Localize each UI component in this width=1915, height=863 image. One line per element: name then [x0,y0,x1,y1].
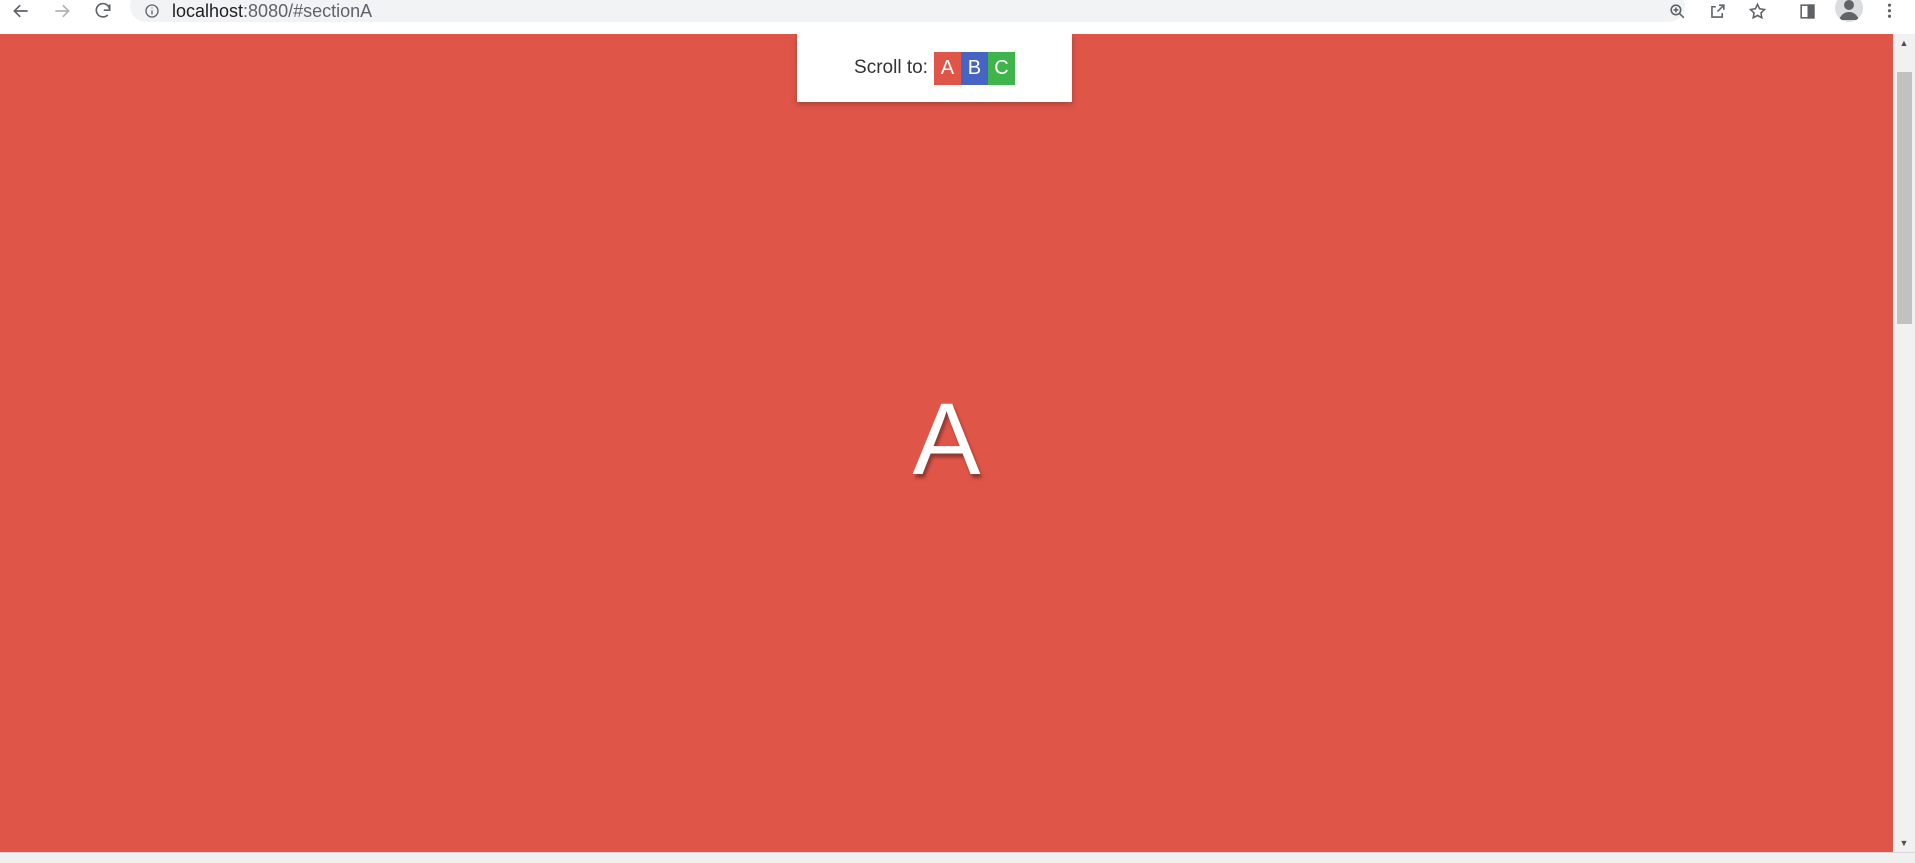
scroll-down-arrow-icon[interactable]: ▼ [1893,834,1915,852]
scroll-up-arrow-icon[interactable]: ▲ [1893,34,1915,52]
section-heading: A [912,382,981,496]
address-bar[interactable]: localhost:8080/#sectionA [130,0,1685,22]
scroll-to-b-button[interactable]: B [960,51,988,85]
scroll-to-a-button[interactable]: A [933,51,961,85]
info-icon[interactable] [144,3,160,19]
browser-toolbar: localhost:8080/#sectionA [0,0,1915,35]
bookmark-star-icon[interactable] [1744,0,1770,22]
vertical-scrollbar[interactable]: ▲ ▼ [1893,34,1915,852]
browser-window: localhost:8080/#sectionA Scroll to: A B … [0,0,1915,863]
scroll-to-label: Scroll to: [854,57,928,78]
share-icon[interactable] [1704,0,1730,22]
address-url[interactable]: localhost:8080/#sectionA [172,1,372,22]
back-icon[interactable] [6,0,36,22]
page-section-a: Scroll to: A B C A [0,34,1893,852]
profile-avatar-icon[interactable] [1835,0,1863,22]
side-panel-icon[interactable] [1794,0,1820,22]
scroll-to-panel: Scroll to: A B C [797,34,1072,102]
url-path: :8080/#sectionA [243,1,373,21]
reload-icon[interactable] [88,0,118,22]
zoom-icon[interactable] [1664,0,1690,22]
url-host: localhost [172,1,244,21]
forward-icon[interactable] [47,0,77,22]
scrollbar-thumb[interactable] [1897,72,1912,324]
scroll-to-c-button[interactable]: C [987,51,1015,85]
menu-kebab-icon[interactable] [1876,0,1902,22]
taskbar-strip [0,852,1915,863]
